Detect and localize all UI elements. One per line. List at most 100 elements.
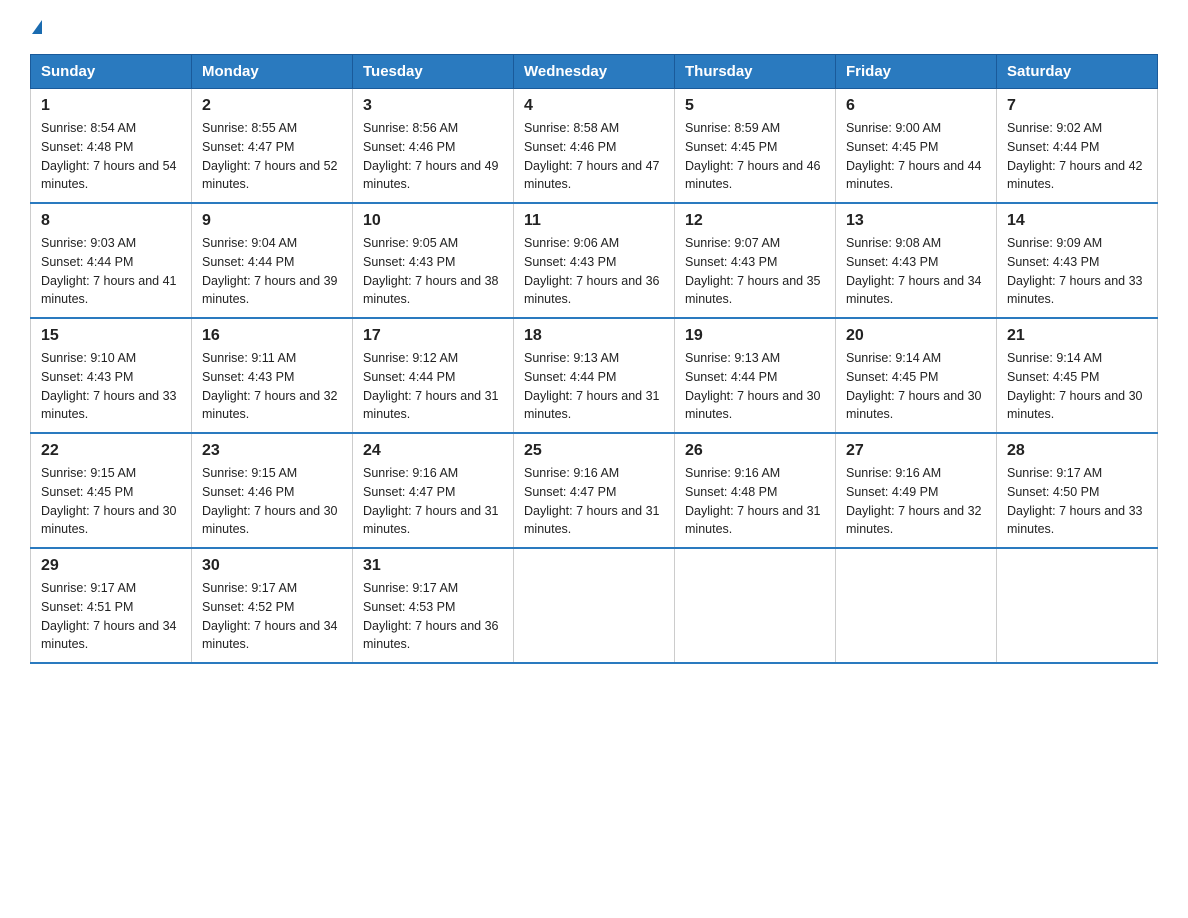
calendar-body: 1 Sunrise: 8:54 AM Sunset: 4:48 PM Dayli… [31,89,1158,664]
header-cell-saturday: Saturday [997,55,1158,89]
day-number: 20 [846,327,986,345]
day-cell: 21 Sunrise: 9:14 AM Sunset: 4:45 PM Dayl… [997,318,1158,433]
day-info: Sunrise: 9:17 AM Sunset: 4:53 PM Dayligh… [363,579,503,654]
day-info: Sunrise: 9:11 AM Sunset: 4:43 PM Dayligh… [202,349,342,424]
day-info: Sunrise: 9:14 AM Sunset: 4:45 PM Dayligh… [1007,349,1147,424]
day-info: Sunrise: 8:56 AM Sunset: 4:46 PM Dayligh… [363,119,503,194]
day-info: Sunrise: 9:17 AM Sunset: 4:51 PM Dayligh… [41,579,181,654]
day-cell: 28 Sunrise: 9:17 AM Sunset: 4:50 PM Dayl… [997,433,1158,548]
day-cell [514,548,675,663]
day-cell: 16 Sunrise: 9:11 AM Sunset: 4:43 PM Dayl… [192,318,353,433]
day-number: 28 [1007,442,1147,460]
day-info: Sunrise: 9:00 AM Sunset: 4:45 PM Dayligh… [846,119,986,194]
day-cell: 29 Sunrise: 9:17 AM Sunset: 4:51 PM Dayl… [31,548,192,663]
day-info: Sunrise: 9:14 AM Sunset: 4:45 PM Dayligh… [846,349,986,424]
day-info: Sunrise: 9:16 AM Sunset: 4:49 PM Dayligh… [846,464,986,539]
day-number: 13 [846,212,986,230]
day-info: Sunrise: 9:10 AM Sunset: 4:43 PM Dayligh… [41,349,181,424]
day-number: 23 [202,442,342,460]
day-info: Sunrise: 9:07 AM Sunset: 4:43 PM Dayligh… [685,234,825,309]
day-number: 4 [524,97,664,115]
logo [30,20,42,34]
day-number: 26 [685,442,825,460]
header-cell-friday: Friday [836,55,997,89]
day-cell [675,548,836,663]
day-number: 5 [685,97,825,115]
day-number: 1 [41,97,181,115]
day-number: 18 [524,327,664,345]
day-cell: 20 Sunrise: 9:14 AM Sunset: 4:45 PM Dayl… [836,318,997,433]
page-header [30,20,1158,34]
header-cell-tuesday: Tuesday [353,55,514,89]
day-cell: 25 Sunrise: 9:16 AM Sunset: 4:47 PM Dayl… [514,433,675,548]
day-number: 7 [1007,97,1147,115]
day-info: Sunrise: 9:15 AM Sunset: 4:45 PM Dayligh… [41,464,181,539]
day-info: Sunrise: 9:04 AM Sunset: 4:44 PM Dayligh… [202,234,342,309]
day-number: 22 [41,442,181,460]
day-number: 21 [1007,327,1147,345]
calendar-table: SundayMondayTuesdayWednesdayThursdayFrid… [30,54,1158,664]
day-cell: 15 Sunrise: 9:10 AM Sunset: 4:43 PM Dayl… [31,318,192,433]
header-cell-sunday: Sunday [31,55,192,89]
day-info: Sunrise: 9:16 AM Sunset: 4:47 PM Dayligh… [524,464,664,539]
day-number: 19 [685,327,825,345]
day-number: 12 [685,212,825,230]
day-cell: 6 Sunrise: 9:00 AM Sunset: 4:45 PM Dayli… [836,89,997,204]
day-number: 30 [202,557,342,575]
day-cell: 4 Sunrise: 8:58 AM Sunset: 4:46 PM Dayli… [514,89,675,204]
day-cell: 27 Sunrise: 9:16 AM Sunset: 4:49 PM Dayl… [836,433,997,548]
day-info: Sunrise: 9:13 AM Sunset: 4:44 PM Dayligh… [524,349,664,424]
day-cell: 13 Sunrise: 9:08 AM Sunset: 4:43 PM Dayl… [836,203,997,318]
day-info: Sunrise: 9:06 AM Sunset: 4:43 PM Dayligh… [524,234,664,309]
day-cell: 22 Sunrise: 9:15 AM Sunset: 4:45 PM Dayl… [31,433,192,548]
day-cell: 3 Sunrise: 8:56 AM Sunset: 4:46 PM Dayli… [353,89,514,204]
day-number: 15 [41,327,181,345]
day-cell: 31 Sunrise: 9:17 AM Sunset: 4:53 PM Dayl… [353,548,514,663]
day-info: Sunrise: 9:17 AM Sunset: 4:50 PM Dayligh… [1007,464,1147,539]
day-cell [836,548,997,663]
day-cell [997,548,1158,663]
day-info: Sunrise: 9:16 AM Sunset: 4:48 PM Dayligh… [685,464,825,539]
day-number: 8 [41,212,181,230]
day-number: 24 [363,442,503,460]
week-row-3: 15 Sunrise: 9:10 AM Sunset: 4:43 PM Dayl… [31,318,1158,433]
day-number: 9 [202,212,342,230]
day-cell: 9 Sunrise: 9:04 AM Sunset: 4:44 PM Dayli… [192,203,353,318]
day-number: 2 [202,97,342,115]
day-cell: 1 Sunrise: 8:54 AM Sunset: 4:48 PM Dayli… [31,89,192,204]
day-cell: 26 Sunrise: 9:16 AM Sunset: 4:48 PM Dayl… [675,433,836,548]
day-number: 29 [41,557,181,575]
week-row-2: 8 Sunrise: 9:03 AM Sunset: 4:44 PM Dayli… [31,203,1158,318]
day-info: Sunrise: 9:16 AM Sunset: 4:47 PM Dayligh… [363,464,503,539]
day-cell: 18 Sunrise: 9:13 AM Sunset: 4:44 PM Dayl… [514,318,675,433]
day-cell: 17 Sunrise: 9:12 AM Sunset: 4:44 PM Dayl… [353,318,514,433]
day-info: Sunrise: 9:15 AM Sunset: 4:46 PM Dayligh… [202,464,342,539]
day-number: 25 [524,442,664,460]
logo-triangle-icon [32,20,42,34]
day-cell: 23 Sunrise: 9:15 AM Sunset: 4:46 PM Dayl… [192,433,353,548]
day-info: Sunrise: 8:58 AM Sunset: 4:46 PM Dayligh… [524,119,664,194]
day-cell: 7 Sunrise: 9:02 AM Sunset: 4:44 PM Dayli… [997,89,1158,204]
day-info: Sunrise: 9:03 AM Sunset: 4:44 PM Dayligh… [41,234,181,309]
day-info: Sunrise: 8:55 AM Sunset: 4:47 PM Dayligh… [202,119,342,194]
day-cell: 10 Sunrise: 9:05 AM Sunset: 4:43 PM Dayl… [353,203,514,318]
day-number: 27 [846,442,986,460]
day-number: 11 [524,212,664,230]
day-cell: 2 Sunrise: 8:55 AM Sunset: 4:47 PM Dayli… [192,89,353,204]
day-cell: 12 Sunrise: 9:07 AM Sunset: 4:43 PM Dayl… [675,203,836,318]
day-number: 16 [202,327,342,345]
header-cell-monday: Monday [192,55,353,89]
day-cell: 11 Sunrise: 9:06 AM Sunset: 4:43 PM Dayl… [514,203,675,318]
day-info: Sunrise: 9:02 AM Sunset: 4:44 PM Dayligh… [1007,119,1147,194]
day-info: Sunrise: 8:59 AM Sunset: 4:45 PM Dayligh… [685,119,825,194]
header-row: SundayMondayTuesdayWednesdayThursdayFrid… [31,55,1158,89]
day-info: Sunrise: 9:08 AM Sunset: 4:43 PM Dayligh… [846,234,986,309]
day-info: Sunrise: 9:05 AM Sunset: 4:43 PM Dayligh… [363,234,503,309]
day-info: Sunrise: 9:12 AM Sunset: 4:44 PM Dayligh… [363,349,503,424]
day-number: 10 [363,212,503,230]
day-cell: 14 Sunrise: 9:09 AM Sunset: 4:43 PM Dayl… [997,203,1158,318]
week-row-5: 29 Sunrise: 9:17 AM Sunset: 4:51 PM Dayl… [31,548,1158,663]
day-info: Sunrise: 8:54 AM Sunset: 4:48 PM Dayligh… [41,119,181,194]
day-cell: 19 Sunrise: 9:13 AM Sunset: 4:44 PM Dayl… [675,318,836,433]
header-cell-wednesday: Wednesday [514,55,675,89]
